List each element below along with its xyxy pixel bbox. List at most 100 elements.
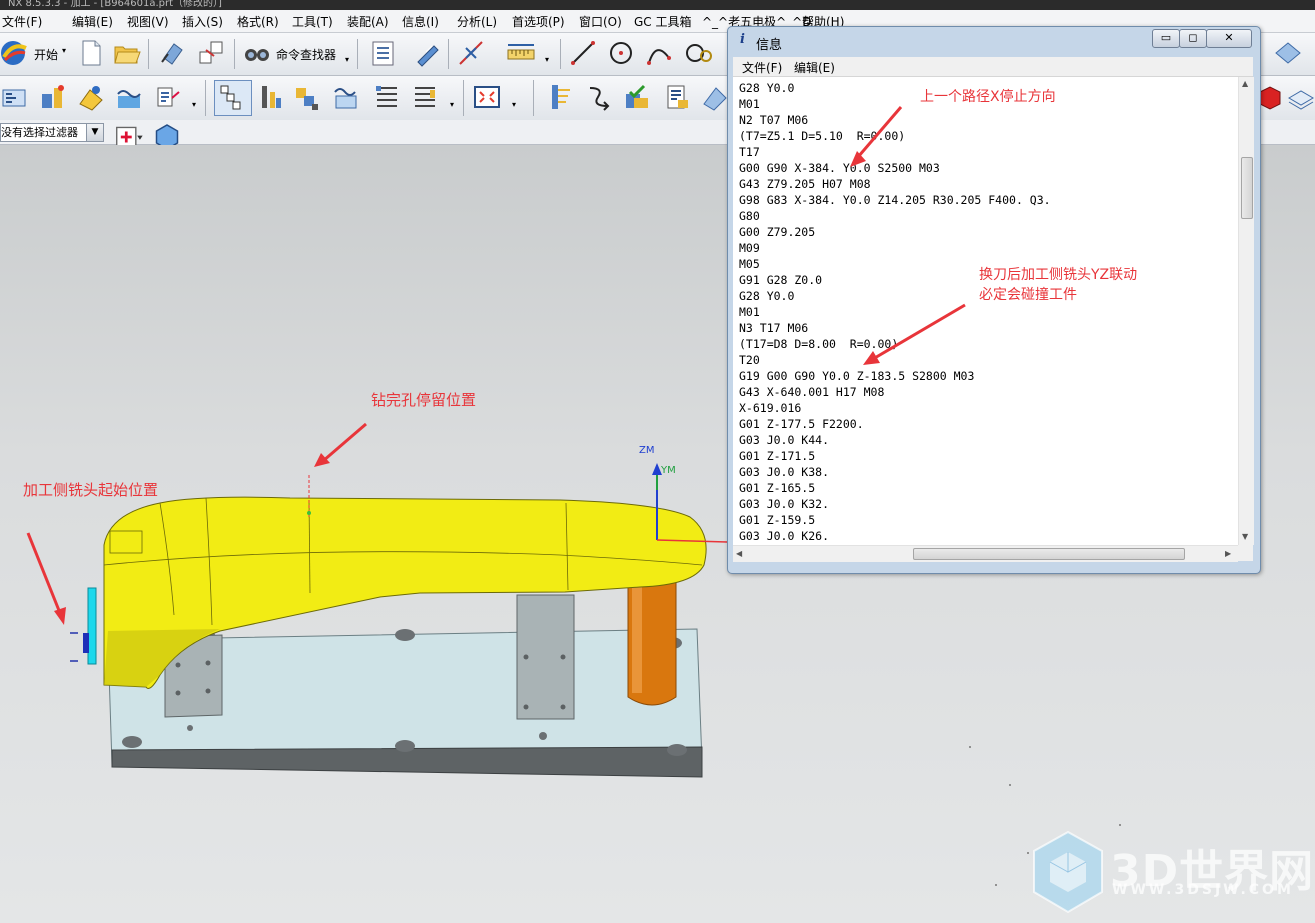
drill-stop-label: 钻完孔停留位置 xyxy=(371,391,477,409)
chain-circle-icon[interactable] xyxy=(684,38,714,68)
start-dropdown-icon[interactable]: ▾ xyxy=(62,46,66,55)
info-icon: i xyxy=(740,32,745,47)
replay-toolpath-icon[interactable] xyxy=(584,82,614,112)
tool-change-label-line2: 必定会碰撞工件 xyxy=(979,287,1077,303)
create-operation-icon[interactable] xyxy=(152,82,182,112)
new-file-icon[interactable] xyxy=(76,38,106,68)
horizontal-scrollbar[interactable]: ◀ ▶ xyxy=(733,545,1238,562)
menu-window[interactable]: 窗口(O) xyxy=(579,13,622,30)
menu-information[interactable]: 信息(I) xyxy=(402,13,439,30)
side-milling-head xyxy=(70,587,97,665)
toolbar-separator xyxy=(448,39,449,69)
create-geometry-icon[interactable] xyxy=(76,82,106,112)
post-process-icon[interactable] xyxy=(662,82,692,112)
view-orient-icon[interactable] xyxy=(158,38,188,68)
layer-stack-icon[interactable] xyxy=(1286,82,1315,112)
selection-filter-value: 没有选择过滤器 xyxy=(1,126,78,139)
menu-edit[interactable]: 编辑(E) xyxy=(72,13,113,30)
app-title-bar: NX 8.5.3.3 - 加工 - [B964601a.prt（修改的）] xyxy=(0,0,1315,10)
minimize-icon: ▭ xyxy=(1160,31,1172,44)
app-title: NX 8.5.3.3 - 加工 - [B964601a.prt（修改的）] xyxy=(8,0,222,9)
menu-preferences[interactable]: 首选项(P) xyxy=(512,13,565,30)
information-window: i 信息 ▭ ◻ ✕ 文件(F) 编辑(E) G28 Y0.0 M01 N2 T… xyxy=(727,26,1261,574)
binoculars-icon[interactable] xyxy=(242,38,272,68)
menu-analysis[interactable]: 分析(L) xyxy=(457,13,497,30)
menu-file[interactable]: 文件(F) xyxy=(2,13,42,30)
start-button[interactable]: 开始 xyxy=(34,46,58,63)
ruler-dropdown-icon[interactable]: ▾ xyxy=(545,55,549,64)
menu-view[interactable]: 视图(V) xyxy=(127,13,169,30)
menu-insert[interactable]: 插入(S) xyxy=(182,13,223,30)
toolbar-separator xyxy=(148,39,149,69)
toolbar-separator xyxy=(205,80,206,116)
ruler-icon[interactable] xyxy=(506,38,536,68)
command-finder-button[interactable]: 命令查找器 xyxy=(276,46,336,63)
circle-icon[interactable] xyxy=(606,38,636,68)
create-tool-icon[interactable] xyxy=(38,82,68,112)
chevron-down-icon[interactable]: ▼ xyxy=(86,124,103,141)
create-method-icon[interactable] xyxy=(114,82,144,112)
info-list-icon[interactable] xyxy=(368,38,398,68)
list-operations-icon[interactable] xyxy=(372,82,402,112)
watermark-cube-icon xyxy=(1033,830,1103,914)
information-window-title-bar[interactable]: i 信息 ▭ ◻ ✕ xyxy=(728,27,1260,55)
command-finder-dropdown-icon[interactable]: ▾ xyxy=(345,55,349,64)
create-program-icon[interactable] xyxy=(0,82,30,112)
menu-format[interactable]: 格式(R) xyxy=(237,13,279,30)
nx-start-icon[interactable] xyxy=(0,38,30,68)
last-path-stop-label: 上一个路径X停止方向 xyxy=(920,89,1056,105)
maximize-icon: ◻ xyxy=(1188,31,1198,44)
shop-docs-icon[interactable] xyxy=(700,82,730,112)
toolbar-separator xyxy=(234,39,235,69)
code-annotation-arrows xyxy=(850,106,966,365)
generate-toolpath-icon[interactable] xyxy=(544,82,574,112)
toolbar-separator xyxy=(560,39,561,69)
layer-icon[interactable] xyxy=(196,38,226,68)
view-dropdown-icon[interactable]: ▾ xyxy=(450,100,454,109)
method-view-icon[interactable] xyxy=(332,82,362,112)
scroll-down-icon[interactable]: ▼ xyxy=(1242,532,1248,541)
vertical-scrollbar[interactable]: ▲ ▼ xyxy=(1238,77,1254,545)
tool-change-label-line1: 换刀后加工侧铣头YZ联动 xyxy=(979,267,1138,283)
toolbar-separator xyxy=(463,80,464,116)
toolbar-separator xyxy=(357,39,358,69)
scrollbar-corner xyxy=(1238,545,1253,561)
scroll-right-icon[interactable]: ▶ xyxy=(1225,549,1231,558)
fit-view-icon[interactable] xyxy=(472,82,502,112)
selection-cube-icon[interactable] xyxy=(152,122,179,150)
right-edge-tool-icon[interactable] xyxy=(1273,38,1303,68)
operation-dropdown-icon[interactable]: ▾ xyxy=(192,100,196,109)
fit-dropdown-icon[interactable]: ▾ xyxy=(512,100,516,109)
nc-code-listing[interactable]: G28 Y0.0 M01 N2 T07 M06 (T7=Z5.1 D=5.10 … xyxy=(733,77,1238,545)
selection-filter-select[interactable]: 没有选择过滤器 ▼ xyxy=(0,123,104,142)
arc-icon[interactable] xyxy=(644,38,674,68)
menu-tools[interactable]: 工具(T) xyxy=(292,13,333,30)
orange-pillar xyxy=(627,576,677,706)
minimize-button[interactable]: ▭ xyxy=(1152,29,1180,48)
verify-toolpath-icon[interactable] xyxy=(622,82,652,112)
menu-gc-toolbox[interactable]: GC 工具箱 xyxy=(634,13,692,30)
program-order-view-icon[interactable] xyxy=(214,80,252,116)
machine-tool-view-icon[interactable] xyxy=(256,82,286,112)
list-tools-icon[interactable] xyxy=(410,82,440,112)
close-icon: ✕ xyxy=(1224,31,1234,44)
point-icon[interactable] xyxy=(456,38,486,68)
side-head-start-label: 加工侧铣头起始位置 xyxy=(23,481,159,499)
zm-axis-label: ZM xyxy=(639,445,655,456)
info-menu-file[interactable]: 文件(F) xyxy=(742,59,782,76)
scroll-left-icon[interactable]: ◀ xyxy=(736,549,742,558)
open-folder-icon[interactable] xyxy=(112,38,142,68)
menu-assembly[interactable]: 装配(A) xyxy=(347,13,389,30)
maximize-button[interactable]: ◻ xyxy=(1179,29,1207,48)
vertical-scroll-thumb[interactable] xyxy=(1241,157,1253,219)
geometry-view-icon[interactable] xyxy=(292,82,322,112)
information-window-title: 信息 xyxy=(756,38,783,53)
close-button[interactable]: ✕ xyxy=(1206,29,1252,48)
measure-icon[interactable] xyxy=(412,38,442,68)
horizontal-scroll-thumb[interactable] xyxy=(913,548,1185,560)
scroll-up-icon[interactable]: ▲ xyxy=(1242,79,1248,88)
snap-point-icon[interactable] xyxy=(114,122,143,148)
information-window-menubar: 文件(F) 编辑(E) xyxy=(733,57,1253,77)
line-icon[interactable] xyxy=(568,38,598,68)
info-menu-edit[interactable]: 编辑(E) xyxy=(794,59,835,76)
